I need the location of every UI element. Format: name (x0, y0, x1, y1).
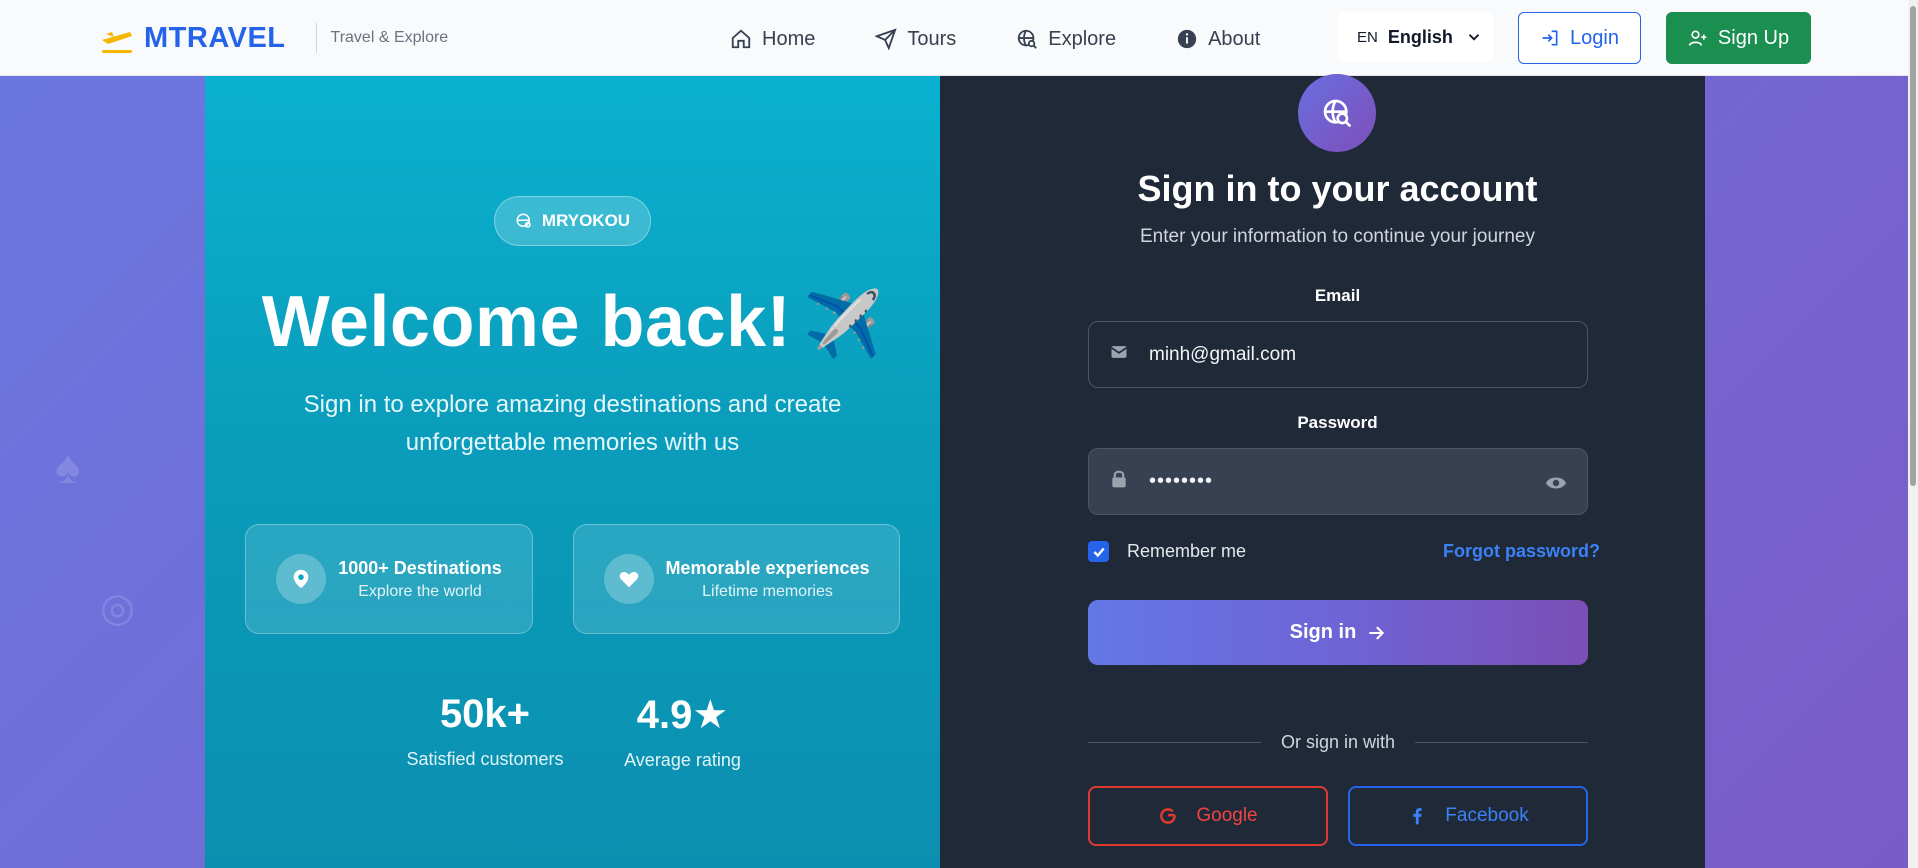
brand[interactable]: MTRAVEL Travel & Explore (100, 18, 448, 58)
signin-panel: Sign in to your account Enter your infor… (940, 74, 1705, 868)
brand-badge: MRYOKOU (494, 196, 651, 246)
heart-icon (604, 554, 654, 604)
email-value: minh@gmail.com (1149, 343, 1297, 365)
mail-icon (1109, 342, 1129, 368)
map-pin-icon (276, 554, 326, 604)
stat-customers: 50k+ Satisfied customers (405, 692, 565, 770)
feature-subtitle: Explore the world (358, 582, 482, 600)
signin-submit-button[interactable]: Sign in (1088, 600, 1588, 665)
nav-tours[interactable]: Tours (875, 22, 956, 56)
language-selector[interactable]: EN English (1337, 12, 1493, 62)
login-icon (1542, 30, 1558, 46)
nav-explore-label: Explore (1048, 27, 1117, 50)
brand-divider (315, 23, 317, 53)
eye-icon[interactable] (1545, 472, 1567, 494)
globe-decoration: ◎ (100, 586, 135, 630)
password-label: Password (1297, 413, 1378, 432)
signin-title: Sign in to your account (1137, 168, 1538, 209)
airplane-emoji: ✈️ (803, 288, 884, 360)
stat-rating: 4.9★ Average rating (615, 692, 750, 771)
feature-title: Memorable experiences (665, 557, 870, 578)
user-plus-icon (1688, 30, 1707, 46)
nav-about[interactable]: About (1176, 22, 1260, 56)
google-icon (1160, 808, 1177, 824)
spade-decoration: ♠ (55, 441, 81, 494)
info-icon (1177, 29, 1197, 49)
signin-submit-label: Sign in (1289, 621, 1357, 643)
hero-panel: MRYOKOU Welcome back! ✈️ Sign in to explo… (205, 76, 940, 868)
globe-search-icon (516, 213, 531, 228)
nav-tours-label: Tours (907, 27, 957, 50)
password-field[interactable]: •••••••• (1088, 448, 1588, 515)
signup-label: Sign Up (1717, 26, 1790, 49)
signin-subtitle: Enter your information to continue your … (1140, 226, 1535, 247)
welcome-title-text: Welcome back! (261, 282, 792, 362)
main-nav: Home Tours Explore About (730, 22, 1320, 56)
stat-value: 4.9★ (636, 693, 729, 737)
forgot-password-link[interactable]: Forgot password? (1443, 541, 1600, 562)
send-icon (875, 28, 898, 50)
email-label: Email (1314, 286, 1361, 305)
language-code: EN (1357, 28, 1378, 46)
login-button[interactable]: Login (1518, 12, 1641, 64)
divider-line (1088, 742, 1261, 743)
divider-text: Or sign in with (1280, 732, 1396, 752)
language-name: English (1387, 26, 1453, 47)
google-label: Google (1196, 805, 1258, 826)
feature-subtitle: Lifetime memories (702, 582, 833, 600)
facebook-label: Facebook (1445, 805, 1529, 826)
nav-home-label: Home (762, 27, 816, 50)
brand-name: MTRAVEL (144, 21, 286, 54)
arrow-right-icon (1369, 625, 1385, 640)
facebook-signin-button[interactable]: Facebook (1348, 786, 1588, 846)
nav-home[interactable]: Home (730, 22, 815, 56)
divider-line (1415, 742, 1589, 743)
brand-badge-label: MRYOKOU (541, 211, 631, 230)
login-label: Login (1570, 26, 1619, 49)
stat-label: Average rating (624, 750, 741, 770)
signin-logo (1298, 74, 1376, 152)
plane-logo-icon (102, 32, 132, 53)
remember-label: Remember me (1127, 541, 1247, 561)
checkmark-icon (1093, 547, 1105, 557)
lock-icon (1109, 469, 1129, 495)
brand-tagline: Travel & Explore (330, 29, 449, 46)
social-divider: Or sign in with (1088, 732, 1589, 753)
scrollbar-thumb[interactable] (1910, 6, 1916, 486)
nav-about-label: About (1208, 27, 1261, 50)
stat-label: Satisfied customers (406, 749, 564, 769)
password-value: •••••••• (1149, 470, 1214, 492)
facebook-icon (1413, 808, 1422, 825)
nav-explore[interactable]: Explore (1016, 22, 1116, 56)
stat-value: 50k+ (439, 692, 531, 736)
feature-card-experiences: Memorable experiences Lifetime memories (573, 524, 900, 634)
signup-button[interactable]: Sign Up (1666, 12, 1811, 64)
welcome-title: Welcome back! ✈️ (205, 281, 940, 363)
hero-subtitle: Sign in to explore amazing destinations … (303, 391, 842, 456)
email-field[interactable]: minh@gmail.com (1088, 321, 1588, 388)
google-signin-button[interactable]: Google (1088, 786, 1328, 846)
chevron-down-icon (1468, 34, 1480, 41)
top-navbar: MTRAVEL Travel & Explore Home Tours Expl… (0, 0, 1918, 76)
home-icon (731, 29, 751, 49)
globe-search-icon (1018, 29, 1038, 49)
feature-card-destinations: 1000+ Destinations Explore the world (245, 524, 533, 634)
globe-search-icon (1323, 99, 1352, 128)
remember-me[interactable]: Remember me (1088, 541, 1246, 562)
remember-checkbox[interactable] (1088, 541, 1109, 562)
feature-title: 1000+ Destinations (338, 557, 502, 578)
